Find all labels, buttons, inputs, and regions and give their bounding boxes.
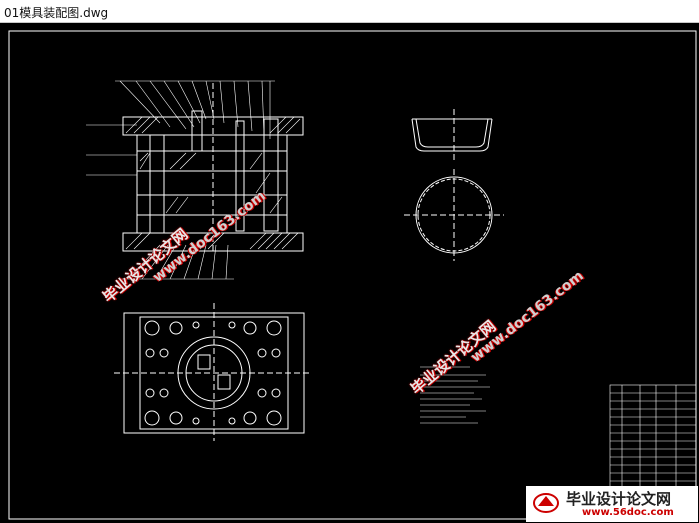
- plan-view: [114, 303, 312, 441]
- logo-text: 毕业设计论文网: [566, 490, 672, 508]
- part-views: [404, 109, 504, 261]
- site-logo: 毕业设计论文网 www.56doc.com: [526, 486, 698, 522]
- cad-drawing: [8, 30, 697, 520]
- window-title: 01模具装配图.dwg: [4, 6, 109, 20]
- title-bar: 01模具装配图.dwg: [0, 0, 699, 23]
- cad-drawing-canvas[interactable]: 毕业设计论文网 www.doc163.com 毕业设计论文网 www.doc16…: [0, 23, 699, 523]
- logo-url: www.56doc.com: [582, 507, 674, 518]
- sheet-border: [8, 30, 697, 520]
- logo-icon: [533, 493, 559, 513]
